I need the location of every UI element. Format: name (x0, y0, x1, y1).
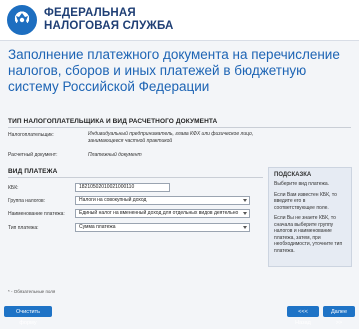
kbk-label: КБК: (8, 185, 19, 191)
tax-group-label: Группа налогов: (8, 198, 46, 204)
org-name: ФЕДЕРАЛЬНАЯ НАЛОГОВАЯ СЛУЖБА (44, 7, 174, 33)
payment-type-select[interactable]: Сумма платежа (75, 223, 250, 232)
doc-value: Платежный документ (88, 152, 142, 158)
section-title-payment-type: ВИД ПЛАТЕЖА (8, 168, 58, 175)
back-button[interactable]: <<< Назад (287, 306, 319, 326)
hint-text-1: Выберите вид платежа. (274, 181, 330, 187)
org-name-line1: ФЕДЕРАЛЬНАЯ (44, 7, 136, 19)
page-title: Заполнение платежного документа на переч… (8, 47, 340, 94)
section-title-payer-type: ТИП НАЛОГОПЛАТЕЛЬЩИКА И ВИД РАСЧЕТНОГО Д… (8, 118, 218, 125)
tax-group-select[interactable]: Налоги на совокупный доход (75, 196, 250, 205)
hint-text-3: Если Вы не знаете КБК, то сначала выбери… (274, 215, 343, 254)
tax-group-value: Налоги на совокупный доход (79, 197, 147, 203)
fns-emblem-icon (7, 5, 37, 35)
payment-name-label: Наименование платежа: (8, 211, 65, 217)
site-header: ФЕДЕРАЛЬНАЯ НАЛОГОВАЯ СЛУЖБА (0, 0, 359, 41)
payment-name-value: Единый налог на вмененный доход для отде… (79, 210, 239, 216)
hint-panel: ПОДСКАЗКА Выберите вид платежа. Если Вам… (268, 167, 352, 267)
required-fields-note: * - Обязательные поля (8, 289, 55, 294)
chevron-down-icon (243, 212, 247, 215)
hint-text-2: Если Вам известен КБК, то введите его в … (274, 191, 337, 211)
payer-label: Налогоплательщик: (8, 132, 54, 138)
footnote-text: * - Обязательные поля (8, 289, 56, 294)
section-divider (8, 177, 263, 178)
next-button[interactable]: Далее >> (323, 306, 355, 326)
doc-label: Расчетный документ: (8, 152, 58, 158)
payment-type-value: Сумма платежа (79, 224, 116, 230)
hint-title: ПОДСКАЗКА (274, 172, 312, 178)
org-name-line2: НАЛОГОВАЯ СЛУЖБА (44, 20, 174, 32)
kbk-input[interactable]: 18210502010021000110 (75, 183, 170, 192)
clear-form-button[interactable]: Очистить форму (4, 306, 52, 326)
payment-name-select[interactable]: Единый налог на вмененный доход для отде… (75, 209, 250, 218)
payment-type-label: Тип платежа: (8, 225, 39, 231)
section-divider (8, 127, 351, 128)
chevron-down-icon (243, 226, 247, 229)
payer-value: Индивидуальный предприниматель, глава КФ… (88, 131, 254, 144)
chevron-down-icon (243, 199, 247, 202)
